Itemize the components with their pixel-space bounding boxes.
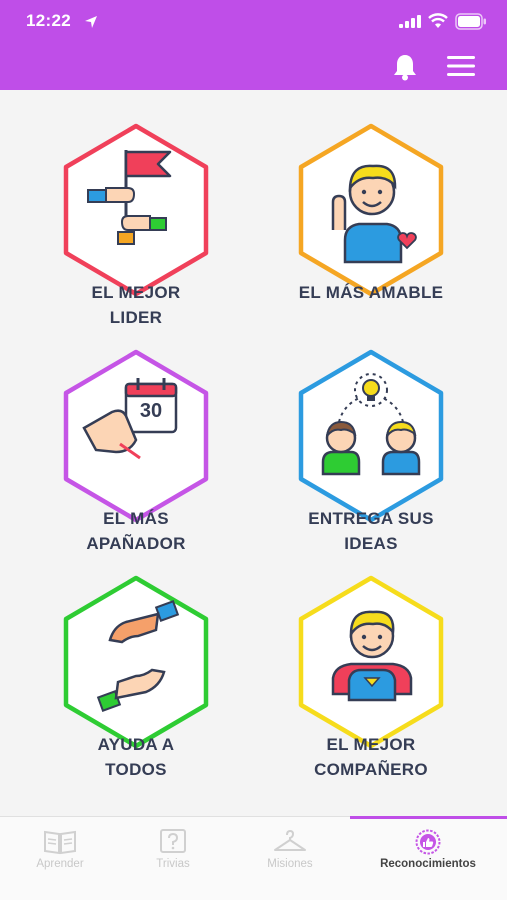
badge-entrega-sus-ideas[interactable]: ENTREGA SUS IDEAS xyxy=(271,348,471,574)
hanger-icon xyxy=(274,829,306,851)
helping-hands-icon xyxy=(96,600,180,712)
status-time: 12:22 xyxy=(26,11,71,30)
badge-label-line1: AYUDA A xyxy=(97,735,175,754)
question-icon xyxy=(160,829,186,853)
badge-label-line2: COMPAÑERO xyxy=(314,760,428,779)
battery-icon xyxy=(455,13,486,30)
tab-trivias[interactable]: Trivias xyxy=(113,817,233,900)
bottom-tab-bar: Aprender Trivias Misiones Reconocimiento… xyxy=(0,816,507,900)
tab-label: Reconocimientos xyxy=(380,858,476,870)
badge-label: ENTREGA SUS IDEAS xyxy=(271,506,471,556)
thumbs-up-badge-icon xyxy=(415,829,441,855)
hamburger-menu-icon[interactable] xyxy=(447,55,475,77)
tab-label: Trivias xyxy=(156,858,190,870)
badge-label: EL MÁS AMABLE xyxy=(271,280,471,305)
badge-label: AYUDA A TODOS xyxy=(36,732,236,782)
tab-aprender[interactable]: Aprender xyxy=(0,817,120,900)
tab-reconocimientos[interactable]: Reconocimientos xyxy=(368,817,488,900)
badge-label-line1: EL MEJOR xyxy=(91,283,181,302)
cellular-signal-icon xyxy=(399,15,421,28)
badge-label: EL MEJOR COMPAÑERO xyxy=(271,732,471,782)
badge-el-mejor-companero[interactable]: EL MEJOR COMPAÑERO xyxy=(271,574,471,800)
wifi-icon xyxy=(428,13,448,28)
badge-ayuda-a-todos[interactable]: AYUDA A TODOS xyxy=(36,574,236,800)
calendar-wrist-icon xyxy=(82,378,178,460)
badge-el-mas-apanador[interactable]: 30 EL MÁS APAÑADOR xyxy=(36,348,236,574)
superhero-companion-icon xyxy=(331,610,413,702)
badge-label-line2: LIDER xyxy=(109,308,163,327)
notification-bell-icon[interactable] xyxy=(392,53,418,81)
calendar-number: 30 xyxy=(139,400,163,422)
tab-misiones[interactable]: Misiones xyxy=(230,817,350,900)
leader-flag-hands-icon xyxy=(87,150,172,245)
friendly-waving-boy-icon xyxy=(331,164,417,264)
badge-el-mejor-lider[interactable]: EL MEJOR LIDER xyxy=(36,122,236,348)
badge-label-line1: EL MEJOR xyxy=(326,735,416,754)
badge-el-mas-amable[interactable]: EL MÁS AMABLE xyxy=(271,122,471,348)
sharing-ideas-icon xyxy=(321,373,421,476)
app-header: 12:22 xyxy=(0,0,507,90)
badge-label: EL MEJOR LIDER xyxy=(36,280,236,330)
badge-label-line2: IDEAS xyxy=(344,534,398,553)
status-bar: 12:22 xyxy=(0,0,507,44)
tab-label: Misiones xyxy=(267,858,313,870)
location-arrow-icon xyxy=(85,16,97,28)
recognitions-grid: EL MEJOR LIDER EL MÁS AMABLE 30 EL MÁS A… xyxy=(0,90,507,816)
badge-label-line1: EL MÁS AMABLE xyxy=(298,283,444,302)
badge-label-line1: ENTREGA SUS xyxy=(308,509,434,528)
badge-label-line2: TODOS xyxy=(105,760,167,779)
badge-label-line1: EL MÁS xyxy=(103,509,169,528)
tab-label: Aprender xyxy=(36,858,84,870)
badge-label-line2: APAÑADOR xyxy=(86,534,186,553)
badge-label: EL MÁS APAÑADOR xyxy=(36,506,236,556)
book-icon xyxy=(44,830,76,855)
